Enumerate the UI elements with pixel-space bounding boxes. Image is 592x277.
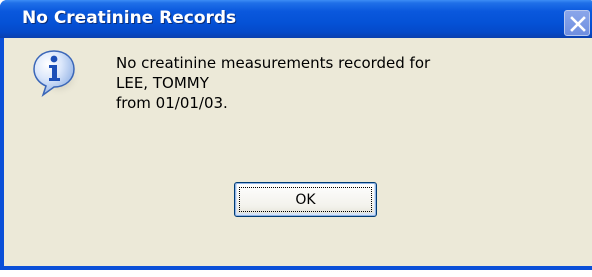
message-dialog: No Creatinine Records No creatinine meas… [0, 0, 592, 270]
message-text: No creatinine measurements recorded for L… [116, 53, 430, 113]
message-line: LEE, TOMMY [116, 74, 209, 92]
close-button[interactable] [564, 10, 590, 36]
dialog-title: No Creatinine Records [22, 8, 237, 28]
message-line: No creatinine measurements recorded for [116, 54, 431, 72]
ok-button[interactable]: OK [234, 182, 377, 217]
information-icon [33, 50, 81, 97]
ok-button-label: OK [239, 187, 372, 212]
title-bar[interactable]: No Creatinine Records [0, 0, 592, 38]
close-icon [570, 16, 586, 32]
message-line: from 01/01/03. [116, 94, 228, 112]
